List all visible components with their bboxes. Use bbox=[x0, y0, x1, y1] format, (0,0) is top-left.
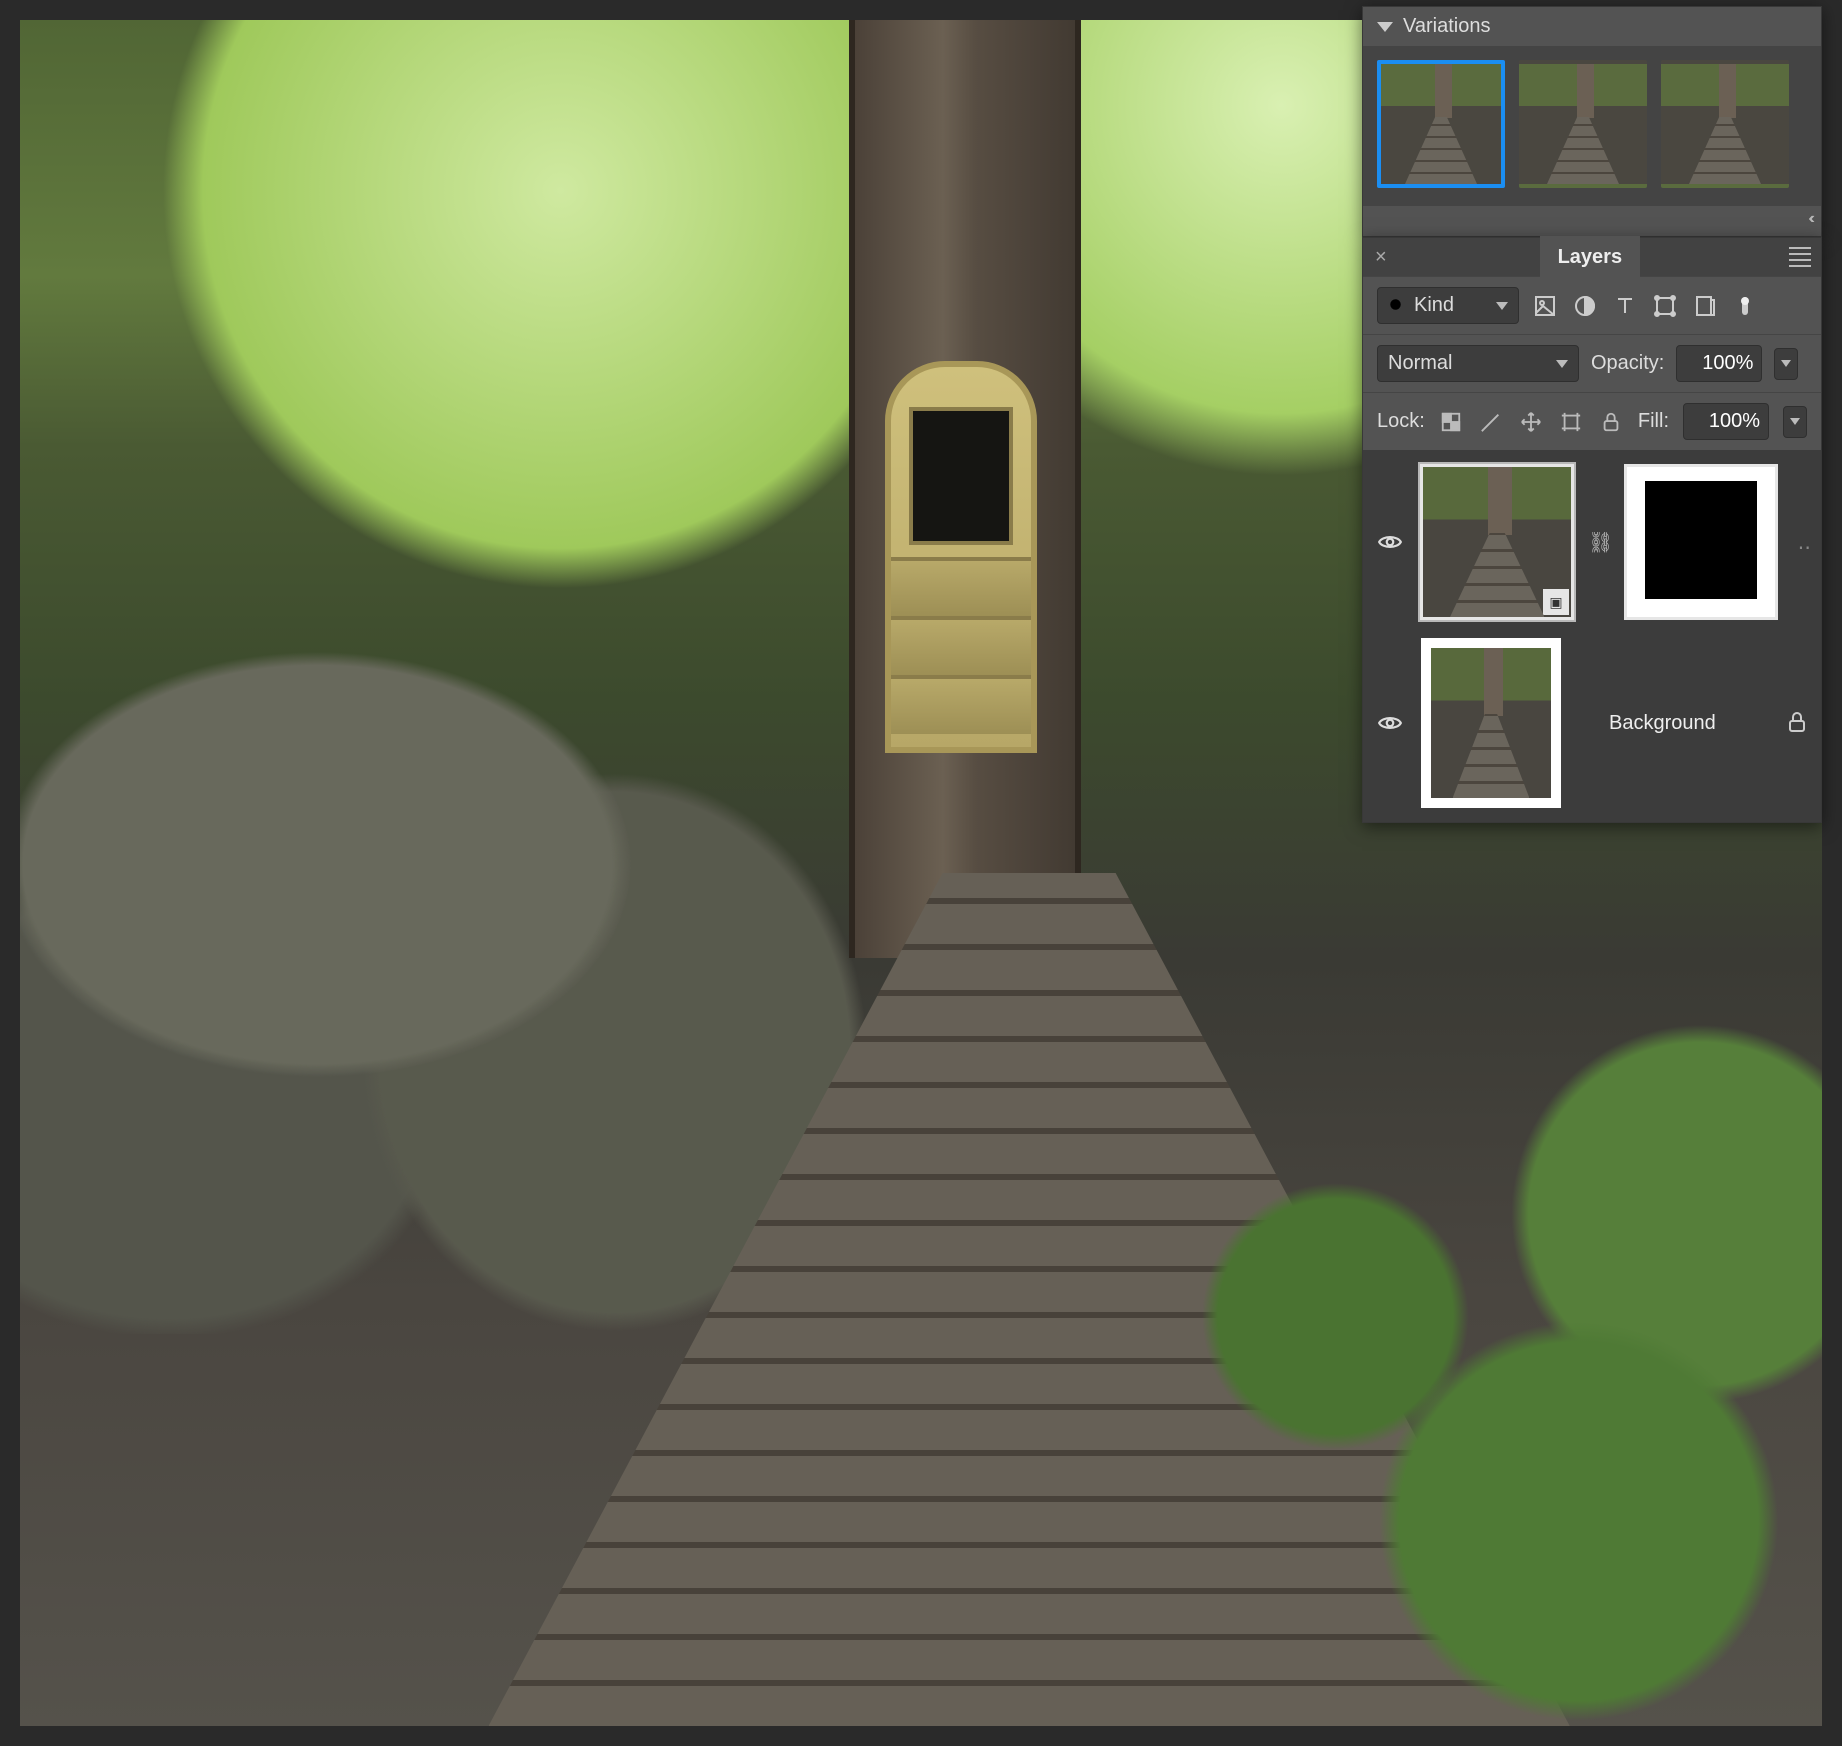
layer-mask-thumbnail[interactable] bbox=[1624, 464, 1778, 620]
panel-menu-icon[interactable] bbox=[1789, 247, 1811, 267]
shape-filter-icon[interactable] bbox=[1651, 292, 1679, 320]
transparency-lock-icon[interactable] bbox=[1439, 410, 1463, 434]
variation-thumb-1[interactable] bbox=[1377, 60, 1505, 188]
fill-label: Fill: bbox=[1638, 410, 1669, 433]
variations-list bbox=[1363, 46, 1821, 206]
collapse-icon[interactable] bbox=[1377, 22, 1393, 32]
lock-label: Lock: bbox=[1377, 410, 1425, 433]
visibility-toggle-icon[interactable] bbox=[1373, 710, 1407, 736]
position-lock-icon[interactable] bbox=[1519, 410, 1543, 434]
smartobject-filter-icon[interactable] bbox=[1691, 292, 1719, 320]
filter-toggle-icon[interactable] bbox=[1731, 292, 1759, 320]
fill-dropdown-icon[interactable] bbox=[1783, 406, 1807, 438]
layers-panel: × Layers Kind Normal Opacity: 100% bbox=[1362, 237, 1822, 823]
image-filter-icon[interactable] bbox=[1531, 292, 1559, 320]
door-graphic bbox=[885, 361, 1037, 753]
variations-title: Variations bbox=[1403, 15, 1490, 38]
layer-thumbnail[interactable] bbox=[1421, 638, 1561, 808]
layer-row-smartobject[interactable]: ▣ ⛓ ‥ bbox=[1373, 464, 1811, 620]
layer-name[interactable]: Background bbox=[1609, 712, 1771, 735]
link-mask-icon[interactable]: ⛓ bbox=[1588, 530, 1610, 555]
opacity-label: Opacity: bbox=[1591, 352, 1664, 375]
layer-filter-kind-select[interactable]: Kind bbox=[1377, 287, 1519, 324]
variation-thumb-2[interactable] bbox=[1519, 60, 1647, 188]
blend-mode-select[interactable]: Normal bbox=[1377, 345, 1579, 382]
blend-mode-value: Normal bbox=[1388, 352, 1452, 375]
collapse-panel-icon[interactable]: ‹‹ bbox=[1363, 206, 1821, 236]
layer-thumbnail[interactable]: ▣ bbox=[1420, 464, 1574, 620]
opacity-dropdown-icon[interactable] bbox=[1774, 348, 1798, 380]
smartobject-badge-icon: ▣ bbox=[1543, 589, 1569, 615]
layers-tab[interactable]: Layers bbox=[1540, 236, 1641, 279]
fill-input[interactable]: 100% bbox=[1683, 403, 1769, 440]
variations-panel: Variations ‹‹ bbox=[1362, 6, 1822, 237]
visibility-toggle-icon[interactable] bbox=[1373, 529, 1406, 555]
opacity-input[interactable]: 100% bbox=[1676, 345, 1762, 382]
foliage-graphic bbox=[1011, 702, 1822, 1726]
lock-icon[interactable] bbox=[1785, 710, 1811, 736]
type-filter-icon[interactable] bbox=[1611, 292, 1639, 320]
filter-mode-label: Kind bbox=[1414, 294, 1454, 317]
variation-thumb-3[interactable] bbox=[1661, 60, 1789, 188]
search-icon bbox=[1388, 297, 1406, 315]
brush-lock-icon[interactable] bbox=[1479, 410, 1503, 434]
all-lock-icon[interactable] bbox=[1599, 410, 1623, 434]
layer-row-background[interactable]: Background bbox=[1373, 638, 1811, 808]
layer-list: ▣ ⛓ ‥ Background bbox=[1363, 450, 1821, 822]
more-indicator: ‥ bbox=[1792, 530, 1811, 555]
close-panel-icon[interactable]: × bbox=[1373, 246, 1387, 269]
artboard-lock-icon[interactable] bbox=[1559, 410, 1583, 434]
adjustment-filter-icon[interactable] bbox=[1571, 292, 1599, 320]
